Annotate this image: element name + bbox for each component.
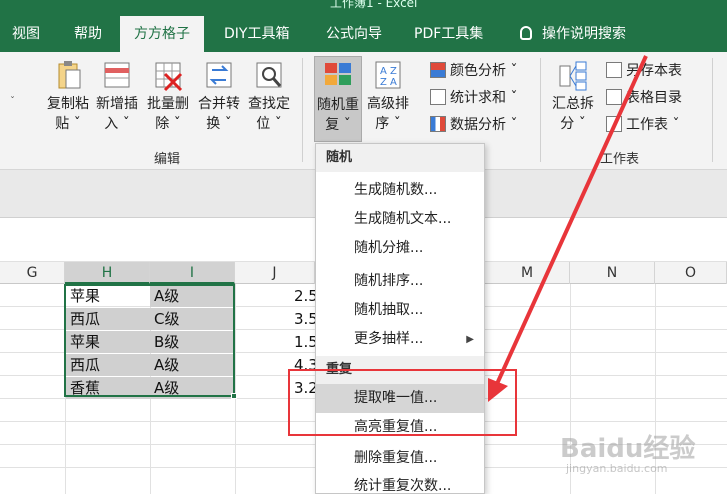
baidu-watermark: Baidu经验	[560, 434, 696, 464]
baidu-watermark-sub: jingyan.baidu.com	[566, 462, 668, 475]
annotation-arrow	[488, 55, 648, 402]
